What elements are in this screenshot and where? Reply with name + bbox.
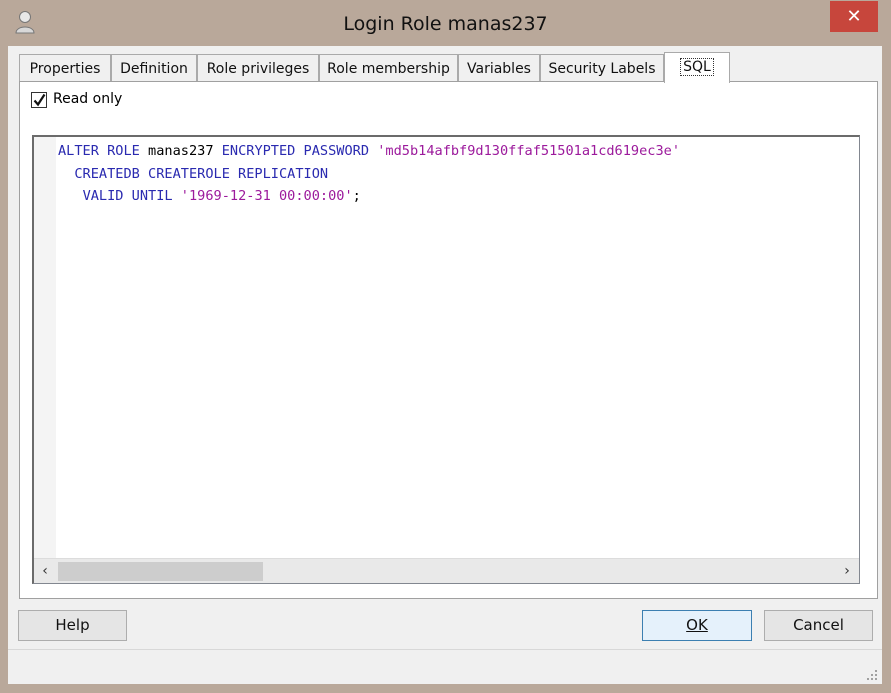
tab-variables[interactable]: Variables <box>458 54 540 82</box>
horizontal-scrollbar[interactable]: ‹ › <box>34 558 859 583</box>
cancel-label: Cancel <box>793 616 844 634</box>
title-bar[interactable]: Login Role manas237 ✕ <box>0 0 891 46</box>
tab-properties[interactable]: Properties <box>19 54 111 82</box>
tab-label: Security Labels <box>548 61 656 77</box>
tab-label: Definition <box>120 61 188 77</box>
scrollbar-thumb[interactable] <box>58 562 263 581</box>
code-line-3: VALID UNTIL '1969-12-31 00:00:00'; <box>58 188 361 204</box>
sql-tab-panel: Read only ALTER ROLE manas237 ENCRYPTED … <box>19 81 878 599</box>
tab-label: SQL <box>680 58 714 76</box>
tab-label: Variables <box>467 61 531 77</box>
help-button[interactable]: Help <box>18 610 127 641</box>
sql-terminator: ; <box>352 188 361 204</box>
tab-security-labels[interactable]: Security Labels <box>540 54 664 82</box>
code-line-2: CREATEDB CREATEROLE REPLICATION <box>58 166 328 182</box>
status-bar <box>8 649 882 685</box>
dialog-window: Login Role manas237 ✕ Properties Definit… <box>0 0 891 693</box>
tab-label: Role membership <box>327 61 450 77</box>
sql-string: 'md5b14afbf9d130ffaf51501a1cd619ec3e' <box>377 143 681 159</box>
sql-keyword: CREATEDB CREATEROLE REPLICATION <box>74 165 329 182</box>
sql-keyword: ENCRYPTED PASSWORD <box>221 143 370 159</box>
sql-identifier: manas237 <box>148 143 214 159</box>
editor-margin <box>34 137 56 558</box>
tab-sql[interactable]: SQL <box>664 52 730 83</box>
tab-role-privileges[interactable]: Role privileges <box>197 54 319 82</box>
tab-label: Properties <box>29 61 101 77</box>
resize-grip-icon[interactable] <box>866 669 878 681</box>
sql-code[interactable]: ALTER ROLE manas237 ENCRYPTED PASSWORD '… <box>58 140 680 208</box>
tab-definition[interactable]: Definition <box>111 54 197 82</box>
scroll-left-icon[interactable]: ‹ <box>34 559 56 583</box>
sql-keyword: ALTER ROLE <box>58 143 140 159</box>
read-only-checkbox[interactable] <box>31 92 47 108</box>
window-title: Login Role manas237 <box>343 13 548 35</box>
scroll-right-icon[interactable]: › <box>836 559 858 583</box>
close-button[interactable]: ✕ <box>830 1 878 32</box>
read-only-label: Read only <box>53 91 123 107</box>
checkmark-icon <box>33 93 46 107</box>
sql-keyword: VALID UNTIL <box>82 188 173 204</box>
ok-label: OK <box>686 616 708 634</box>
sql-string: '1969-12-31 00:00:00' <box>180 188 353 204</box>
tab-label: Role privileges <box>206 61 310 77</box>
sql-editor[interactable]: ALTER ROLE manas237 ENCRYPTED PASSWORD '… <box>32 135 860 584</box>
ok-button[interactable]: OK <box>642 610 752 641</box>
dialog-client-area: Properties Definition Role privileges Ro… <box>8 46 882 684</box>
close-icon: ✕ <box>846 6 862 27</box>
code-line-1: ALTER ROLE manas237 ENCRYPTED PASSWORD '… <box>58 143 680 159</box>
cancel-button[interactable]: Cancel <box>764 610 873 641</box>
tab-role-membership[interactable]: Role membership <box>319 54 458 82</box>
